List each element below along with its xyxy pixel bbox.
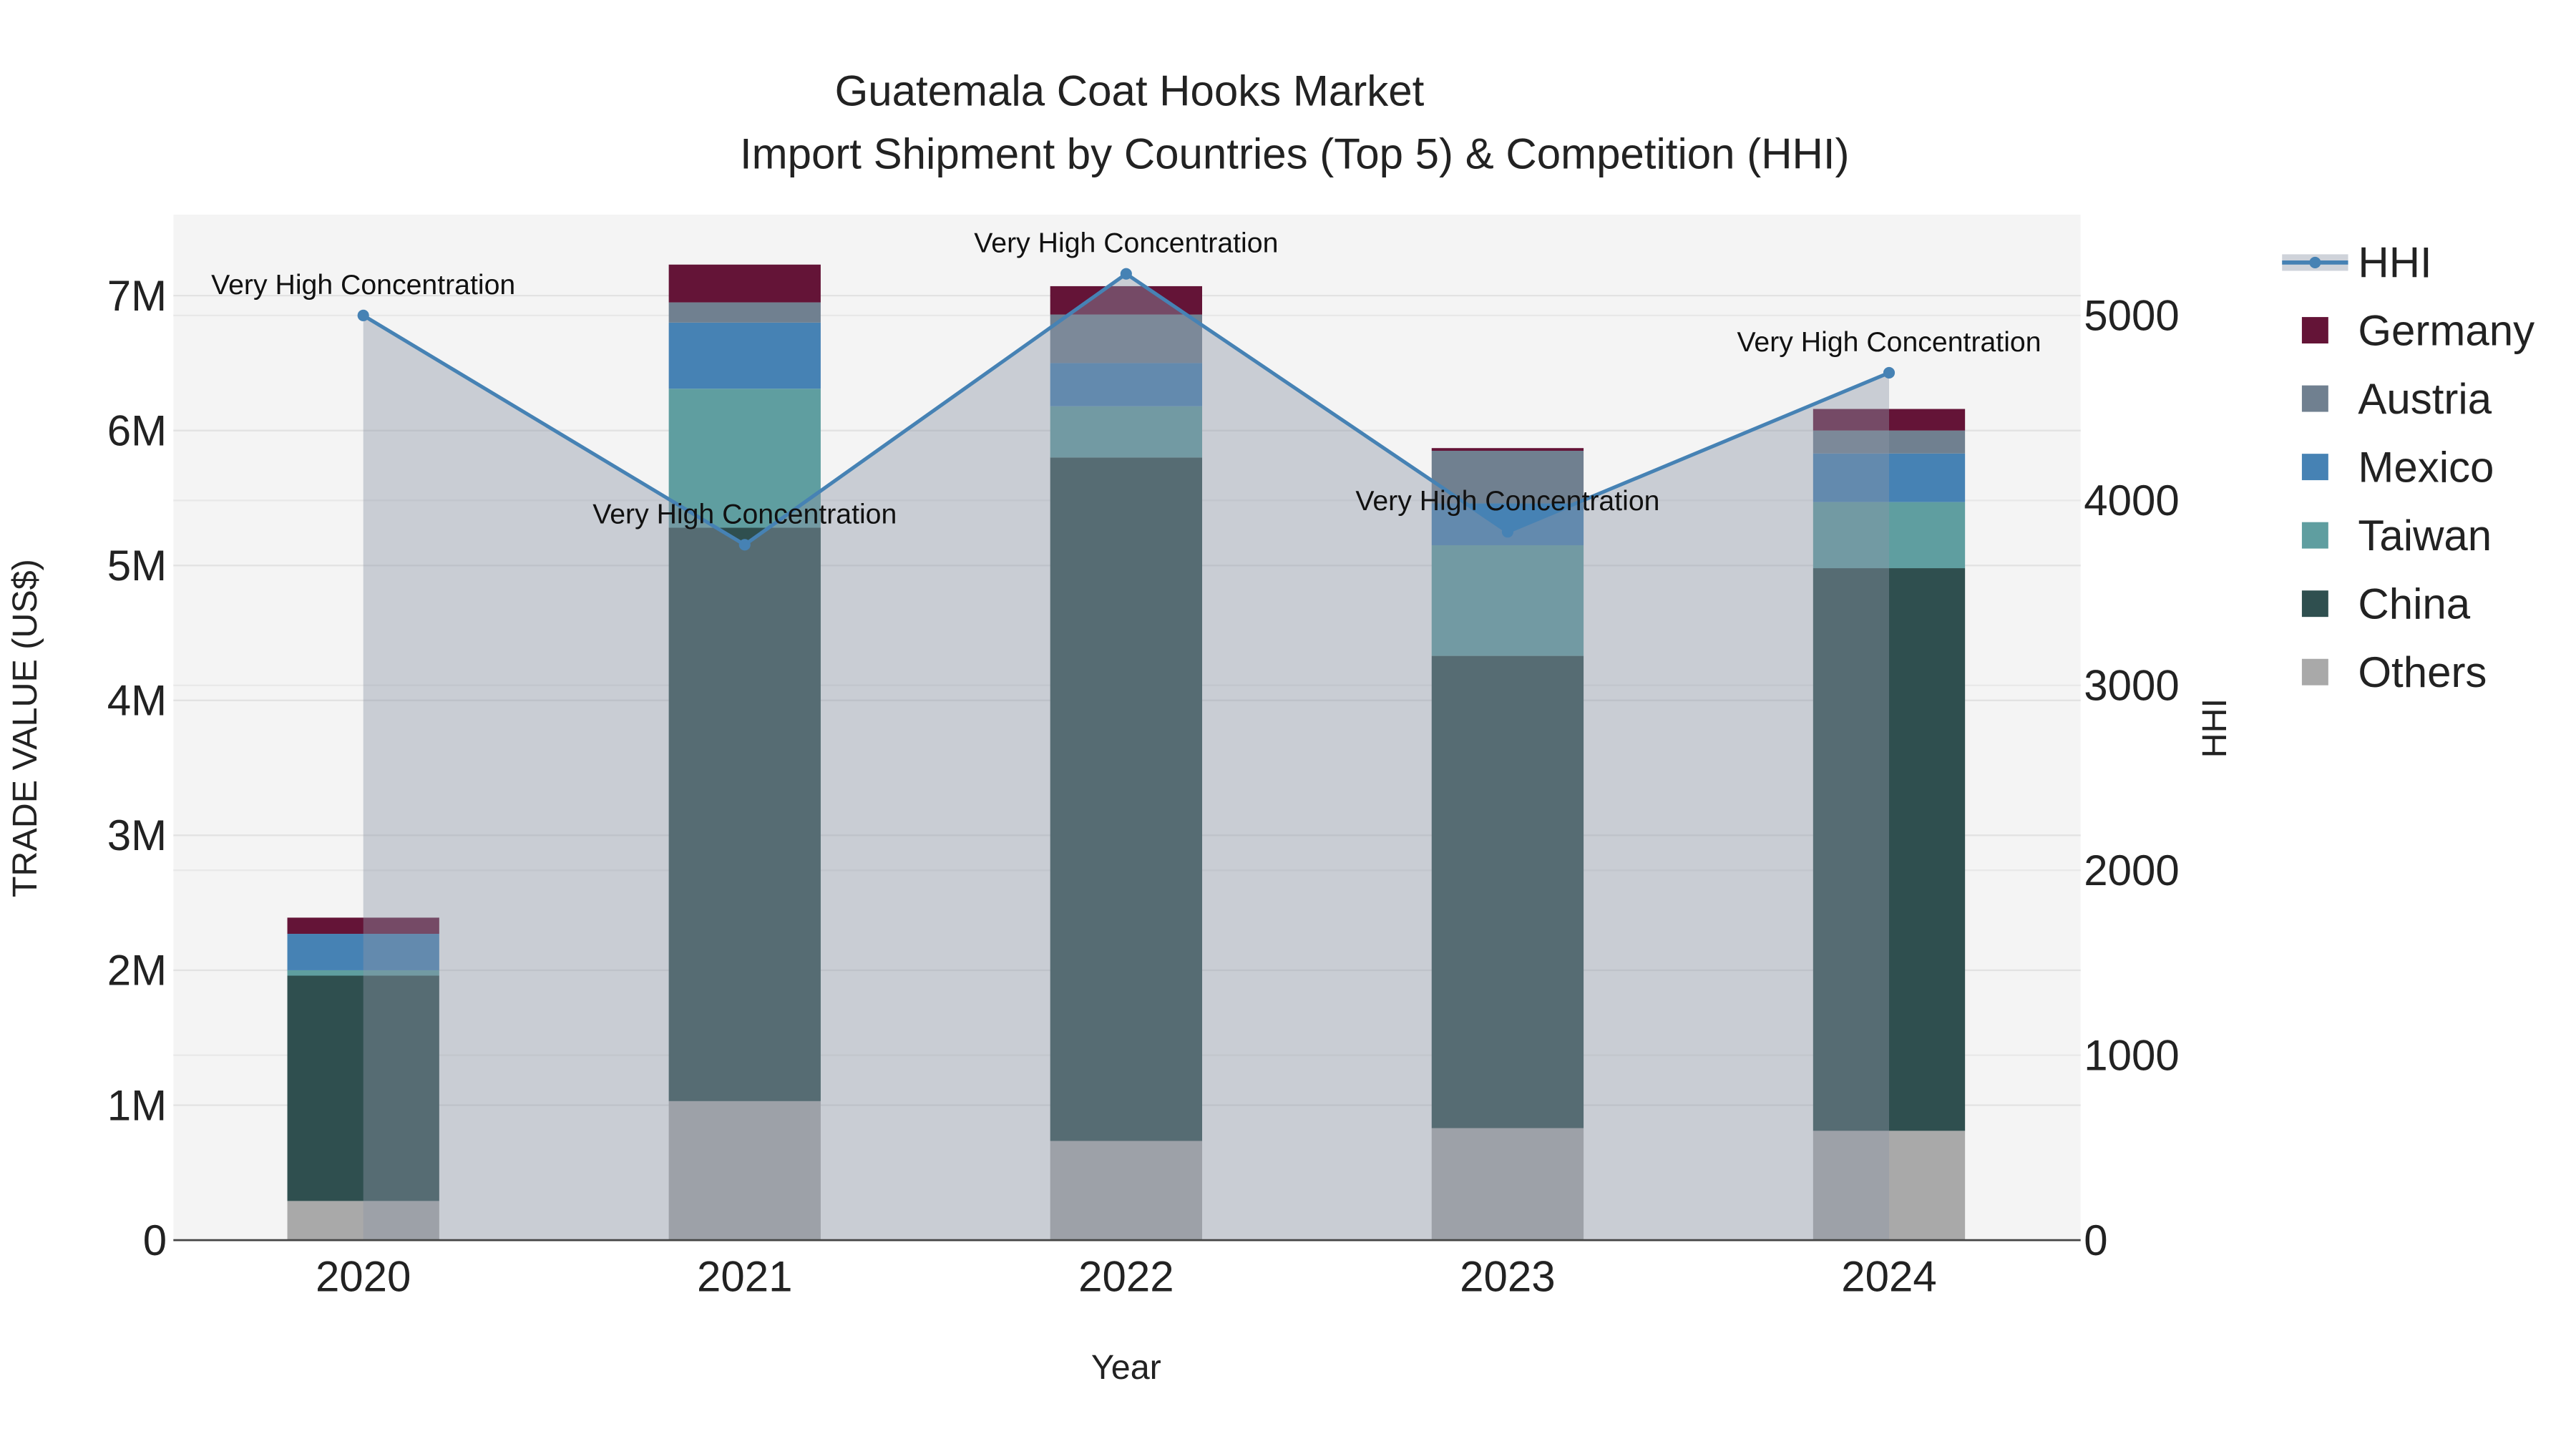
legend-label-taiwan: Taiwan	[2358, 512, 2492, 560]
legend-swatch-taiwan	[2301, 522, 2328, 549]
y-tick-label: 5M	[107, 542, 167, 590]
hhi-annotation: Very High Concentration	[974, 228, 1278, 259]
y2-tick-label: 2000	[2084, 847, 2179, 894]
legend-label-austria: Austria	[2358, 375, 2492, 423]
legend-label-china: China	[2358, 580, 2470, 628]
chart: Very High Concentration Very High Concent…	[6, 67, 2534, 1387]
chart-subtitle: Import Shipment by Countries (Top 5) & C…	[740, 130, 1850, 177]
y-axis-title: TRADE VALUE (US$)	[6, 559, 44, 897]
legend-swatch-china	[2301, 590, 2328, 618]
legend: HHI Germany Austria Mexico Taiwan China Others	[2282, 239, 2534, 696]
hhi-annotation: Very High Concentration	[1737, 326, 2041, 358]
y-tick-label: 3M	[107, 811, 167, 859]
legend-swatch-others	[2301, 658, 2328, 686]
y-tick-label: 7M	[107, 272, 167, 320]
legend-label-others: Others	[2358, 648, 2487, 696]
hhi-annotation: Very High Concentration	[592, 498, 897, 530]
hhi-point	[1120, 268, 1132, 280]
x-tick-label: 2021	[697, 1253, 792, 1301]
legend-label-mexico: Mexico	[2358, 443, 2494, 491]
y2-tick-label: 5000	[2084, 292, 2179, 340]
hhi-point	[738, 539, 751, 551]
y-tick-label: 6M	[107, 406, 167, 454]
x-tick-label: 2023	[1460, 1253, 1555, 1301]
x-tick-label: 2022	[1078, 1253, 1174, 1301]
legend-swatch-germany	[2301, 317, 2328, 343]
bar-germany	[668, 264, 821, 303]
y2-tick-label: 1000	[2084, 1031, 2179, 1079]
y2-axis-title: HHI	[2195, 698, 2234, 758]
legend-swatch-austria	[2301, 385, 2328, 412]
bar-mexico	[668, 322, 821, 389]
hhi-annotation: Very High Concentration	[1355, 485, 1659, 517]
bar-austria	[668, 302, 821, 323]
x-tick-label: 2020	[316, 1253, 411, 1301]
y2-tick-label: 4000	[2084, 477, 2179, 525]
x-tick-label: 2024	[1841, 1253, 1936, 1301]
y-tick-label: 4M	[107, 677, 167, 725]
legend-swatch-hhi-marker	[2309, 256, 2321, 268]
y2-tick-label: 0	[2084, 1216, 2107, 1264]
legend-label-germany: Germany	[2358, 306, 2534, 354]
y2-tick-label: 3000	[2084, 662, 2179, 710]
y-tick-label: 0	[143, 1216, 167, 1264]
hhi-point	[1883, 366, 1896, 379]
hhi-point	[1501, 526, 1513, 538]
y-tick-label: 2M	[107, 947, 167, 995]
hhi-point	[357, 309, 369, 321]
y-tick-label: 1M	[107, 1081, 167, 1129]
chart-title: Guatemala Coat Hooks Market	[835, 67, 1425, 115]
legend-label-hhi: HHI	[2358, 239, 2431, 287]
bar-germany	[1431, 448, 1584, 451]
x-axis-title: Year	[1091, 1348, 1161, 1387]
legend-swatch-mexico	[2301, 454, 2328, 481]
hhi-annotation: Very High Concentration	[211, 269, 515, 301]
